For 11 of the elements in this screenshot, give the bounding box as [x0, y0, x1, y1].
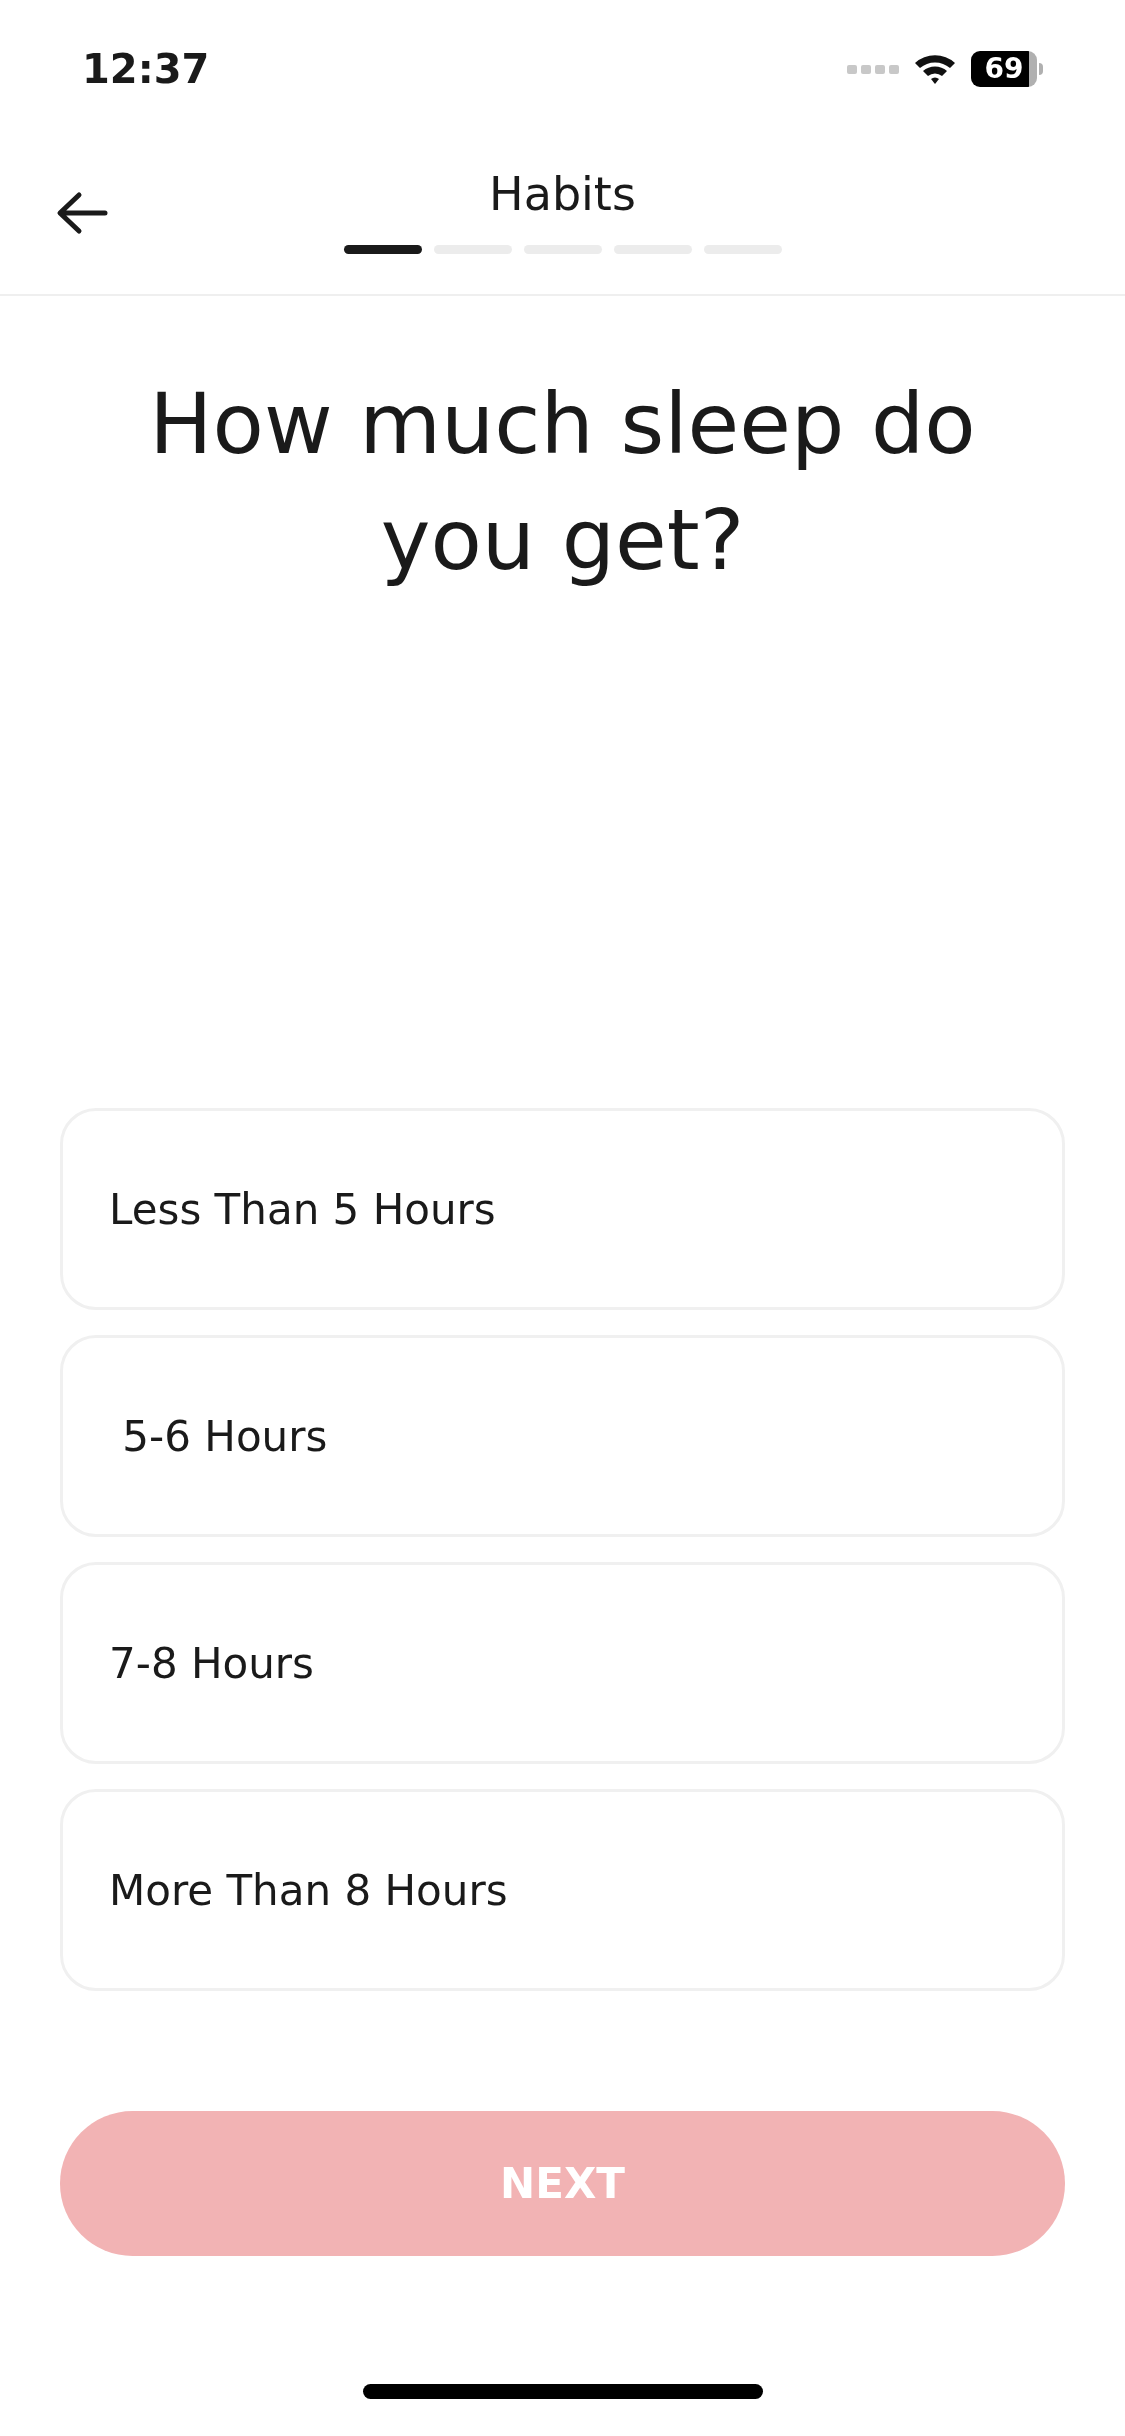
battery-level: 69: [984, 55, 1024, 83]
back-arrow-icon: [55, 191, 109, 235]
answer-option[interactable]: More Than 8 Hours: [60, 1789, 1065, 1991]
wifi-icon: [913, 52, 957, 86]
status-time: 12:37: [82, 45, 210, 94]
question-heading: How much sleep do you get?: [148, 374, 977, 591]
answer-option[interactable]: 5-6 Hours: [60, 1335, 1065, 1537]
answer-option[interactable]: Less Than 5 Hours: [60, 1108, 1065, 1310]
page-title: Habits: [489, 170, 636, 217]
signal-icon: [847, 63, 899, 75]
answer-option[interactable]: 7-8 Hours: [60, 1562, 1065, 1764]
